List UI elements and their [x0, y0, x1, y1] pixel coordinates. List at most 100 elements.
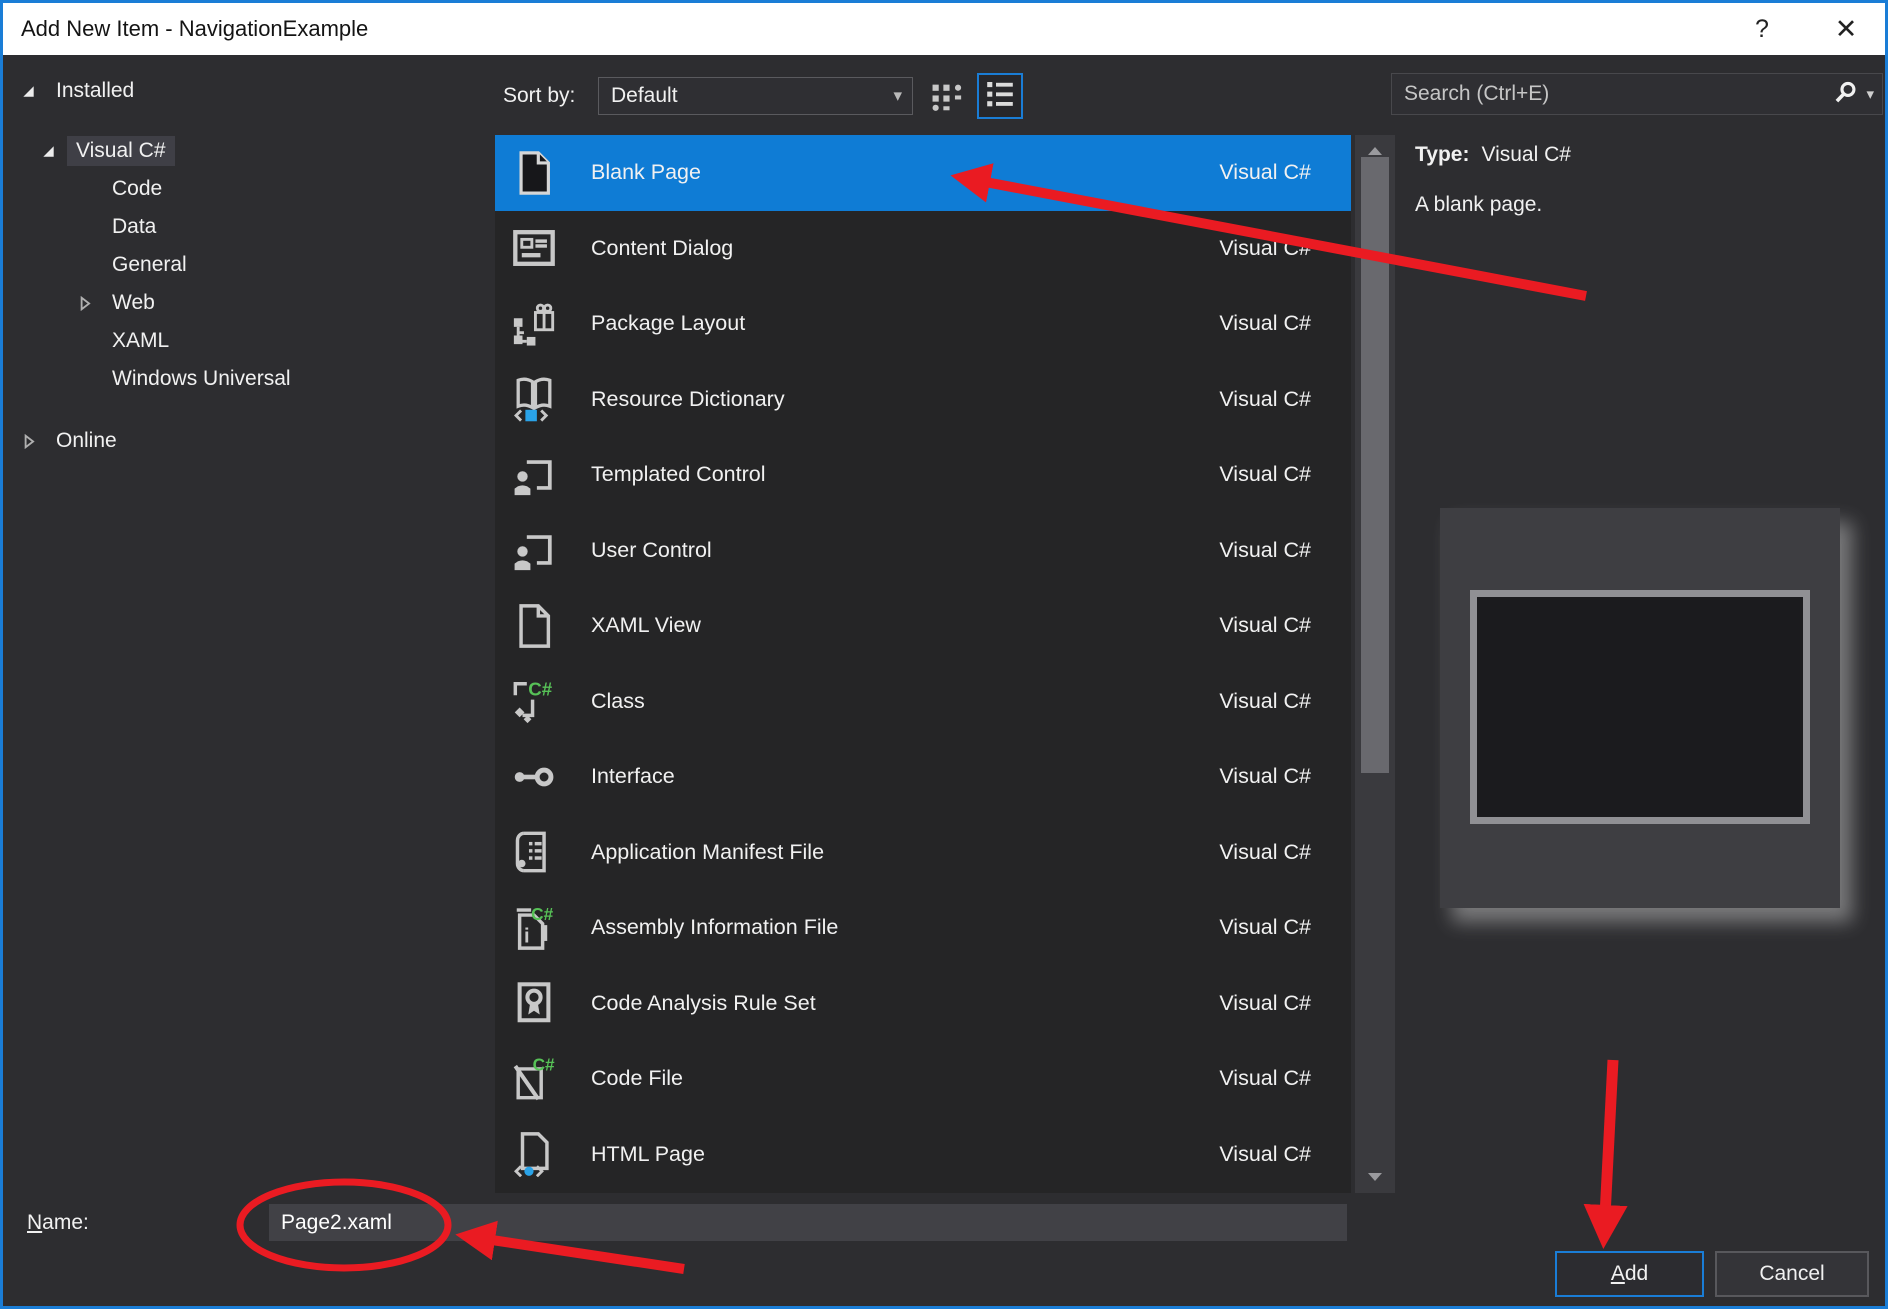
name-input[interactable] [269, 1204, 1347, 1241]
template-item-type: Visual C# [1219, 839, 1311, 864]
template-item-name: Code File [591, 1066, 684, 1091]
tree-item-online[interactable]: Online [3, 422, 493, 460]
annotation-arrow-name-field [455, 1220, 685, 1274]
template-item-type: Visual C# [1219, 990, 1311, 1015]
annotation-arrow-add-button [1583, 1059, 1628, 1249]
template-item-type: Visual C# [1219, 311, 1311, 336]
type-label: Type: [1415, 143, 1470, 166]
expander-icon[interactable] [21, 84, 47, 99]
user-control-icon [511, 527, 557, 573]
type-value: Visual C# [1481, 143, 1571, 166]
expander-icon[interactable] [21, 433, 47, 449]
sort-by-label: Sort by: [503, 84, 576, 107]
add-button[interactable]: Add [1555, 1251, 1704, 1297]
template-item-type: Visual C# [1219, 688, 1311, 713]
html-page-icon [511, 1131, 557, 1178]
template-item-name: Package Layout [591, 311, 746, 336]
template-item-assembly-info[interactable]: i C# Assembly Information File Visual C# [495, 890, 1351, 966]
template-item-type: Visual C# [1219, 1141, 1311, 1166]
small-icons-view-button[interactable] [927, 79, 969, 119]
category-tree: Installed Visual C# Code Data General We… [3, 58, 493, 1186]
scrollbar-thumb[interactable] [1361, 157, 1389, 773]
svg-text:C#: C# [528, 679, 552, 700]
content-dialog-icon [511, 225, 557, 271]
app-manifest-icon [511, 829, 557, 875]
add-new-item-dialog: Add New Item - NavigationExample ? ✕ Ins… [0, 0, 1888, 1309]
resource-dictionary-icon [511, 376, 557, 422]
sort-value: Default [611, 84, 678, 107]
vertical-scrollbar[interactable] [1355, 135, 1395, 1193]
expander-icon[interactable] [77, 295, 103, 311]
template-item-name: Code Analysis Rule Set [591, 990, 816, 1015]
search-options-chevron-icon[interactable]: ▾ [1866, 85, 1874, 103]
help-button[interactable]: ? [1731, 3, 1793, 55]
list-view-button[interactable] [977, 73, 1023, 119]
list-view-icon [984, 78, 1016, 115]
template-item-code-analysis[interactable]: Code Analysis Rule Set Visual C# [495, 966, 1351, 1042]
search-input[interactable] [1392, 81, 1834, 107]
template-item-user-control[interactable]: User Control Visual C# [495, 513, 1351, 589]
tree-item-web[interactable]: Web [3, 284, 493, 322]
expander-icon[interactable] [41, 144, 67, 159]
tree-item-general[interactable]: General [3, 246, 493, 284]
close-icon[interactable]: ✕ [1815, 3, 1877, 55]
template-description: A blank page. [1415, 193, 1543, 216]
svg-text:i: i [524, 925, 530, 947]
template-item-content-dialog[interactable]: Content Dialog Visual C# [495, 211, 1351, 287]
tree-item-label: Web [112, 291, 155, 314]
tree-item-xaml[interactable]: XAML [3, 322, 493, 360]
dialog-title: Add New Item - NavigationExample [21, 16, 369, 41]
svg-text:C#: C# [533, 1056, 555, 1074]
tree-item-windows-universal[interactable]: Windows Universal [3, 360, 493, 398]
templated-control-icon [511, 452, 557, 498]
tree-item-label: Data [112, 215, 157, 238]
code-file-icon: C# [511, 1056, 557, 1102]
blank-page-icon [511, 150, 557, 196]
scroll-down-button[interactable] [1355, 1165, 1395, 1189]
cancel-button[interactable]: Cancel [1715, 1251, 1869, 1297]
template-item-type: Visual C# [1219, 613, 1311, 638]
template-item-app-manifest[interactable]: Application Manifest File Visual C# [495, 815, 1351, 891]
template-item-name: Assembly Information File [591, 915, 839, 940]
template-item-name: Blank Page [591, 160, 701, 185]
template-item-type: Visual C# [1219, 915, 1311, 940]
template-item-name: Interface [591, 764, 675, 789]
tree-item-data[interactable]: Data [3, 208, 493, 246]
template-list: Blank Page Visual C# Content Dialog Visu… [495, 135, 1351, 1193]
tree-item-label: XAML [112, 329, 170, 352]
tree-item-code[interactable]: Code [3, 170, 493, 208]
template-item-interface[interactable]: Interface Visual C# [495, 739, 1351, 815]
code-analysis-icon [511, 980, 557, 1026]
template-item-name: Class [591, 688, 645, 713]
template-item-name: Resource Dictionary [591, 386, 785, 411]
template-item-code-file[interactable]: C# Code File Visual C# [495, 1041, 1351, 1117]
template-item-resource-dictionary[interactable]: Resource Dictionary Visual C# [495, 362, 1351, 438]
template-item-class[interactable]: C# Class Visual C# [495, 664, 1351, 740]
name-label: Name: [27, 1211, 89, 1234]
class-icon: C# [511, 678, 557, 724]
sort-dropdown[interactable]: Default ▾ [598, 77, 913, 115]
template-item-name: Templated Control [591, 462, 766, 487]
search-icon[interactable] [1833, 79, 1859, 110]
titlebar: Add New Item - NavigationExample ? ✕ [3, 3, 1885, 55]
tree-item-installed[interactable]: Installed [3, 72, 493, 110]
template-item-package-layout[interactable]: Package Layout Visual C# [495, 286, 1351, 362]
tree-item-label: Visual C# [67, 136, 175, 166]
tree-item-label: Windows Universal [112, 367, 291, 390]
xaml-view-icon [511, 603, 557, 649]
template-preview-image [1440, 508, 1840, 908]
svg-text:C#: C# [531, 905, 553, 924]
template-item-blank-page[interactable]: Blank Page Visual C# [495, 135, 1351, 211]
template-item-type: Visual C# [1219, 1066, 1311, 1091]
template-item-html-page[interactable]: HTML Page Visual C# [495, 1117, 1351, 1193]
template-item-templated-control[interactable]: Templated Control Visual C# [495, 437, 1351, 513]
tree-item-visual-c-[interactable]: Visual C# [3, 132, 493, 170]
tree-item-label: Online [56, 429, 117, 452]
chevron-down-icon: ▾ [893, 86, 902, 105]
preview-page-frame [1470, 590, 1810, 824]
template-item-type: Visual C# [1219, 160, 1311, 185]
tree-item-label: Code [112, 177, 163, 200]
template-item-name: XAML View [591, 613, 701, 638]
template-item-type: Visual C# [1219, 235, 1311, 260]
template-item-xaml-view[interactable]: XAML View Visual C# [495, 588, 1351, 664]
